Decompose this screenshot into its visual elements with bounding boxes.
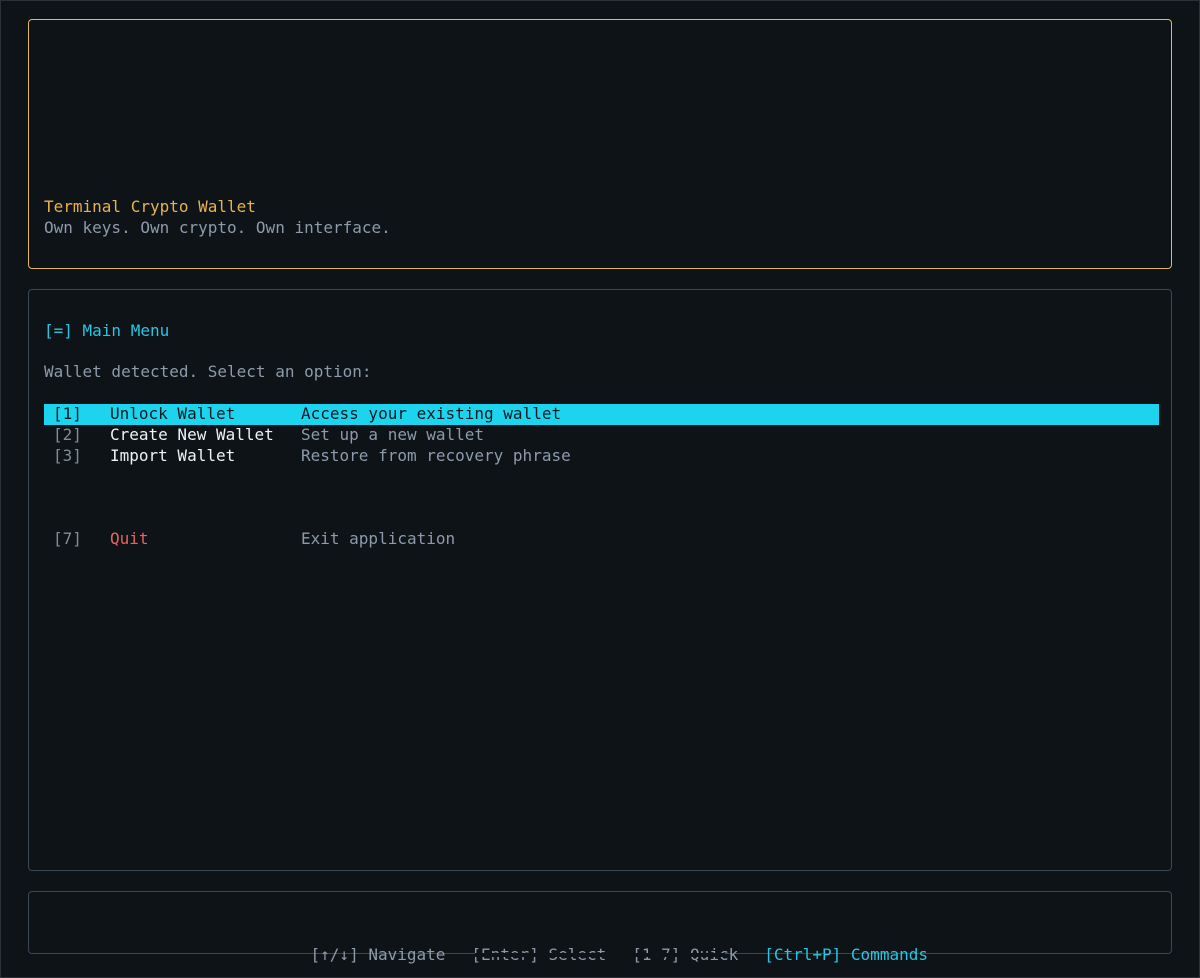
menu-prompt: Wallet detected. Select an option: bbox=[44, 362, 372, 381]
header-panel: Terminal Crypto Wallet Own keys. Own cry… bbox=[28, 19, 1172, 269]
menu-item-label: Quit bbox=[110, 529, 149, 549]
keybinding-hints: [↑/↓] Navigate[Enter] Select[1-7] Quick[… bbox=[29, 924, 1171, 964]
menu-item-unlock-wallet[interactable]: [1] Unlock Wallet Access your existing w… bbox=[44, 404, 1159, 425]
menu-item-key: [1] bbox=[53, 404, 82, 424]
menu-item-key: [7] bbox=[53, 529, 82, 549]
menu-item-description: Access your existing wallet bbox=[301, 404, 562, 424]
menu-item-label: Create New Wallet bbox=[110, 425, 274, 445]
menu-item-key: [2] bbox=[53, 425, 82, 445]
hint-navigate: [↑/↓] Navigate bbox=[310, 944, 446, 964]
main-menu-panel: [=] Main Menu Wallet detected. Select an… bbox=[28, 289, 1172, 871]
menu-item-label: Unlock Wallet bbox=[110, 404, 236, 424]
menu-item-create-new-wallet[interactable]: [2] Create New Wallet Set up a new walle… bbox=[44, 425, 1159, 446]
menu-item-quit[interactable]: [7] Quit Exit application bbox=[44, 529, 1159, 550]
menu-item-description: Set up a new wallet bbox=[301, 425, 485, 445]
menu-item-import-wallet[interactable]: [3] Import Wallet Restore from recovery … bbox=[44, 446, 1159, 467]
menu-item-label: Import Wallet bbox=[110, 446, 236, 466]
footer-panel: [↑/↓] Navigate[Enter] Select[1-7] Quick[… bbox=[28, 891, 1172, 964]
app-tagline: Own keys. Own crypto. Own interface. bbox=[44, 218, 391, 237]
menu-title: [=] Main Menu bbox=[44, 321, 170, 340]
menu-item-description: Exit application bbox=[301, 529, 456, 549]
menu-item-key: [3] bbox=[53, 446, 82, 466]
menu-item-description: Restore from recovery phrase bbox=[301, 446, 571, 466]
hint-commands[interactable]: [Ctrl+P] Commands bbox=[764, 945, 928, 966]
app-title: Terminal Crypto Wallet bbox=[44, 197, 256, 216]
border-gap bbox=[475, 953, 725, 957]
